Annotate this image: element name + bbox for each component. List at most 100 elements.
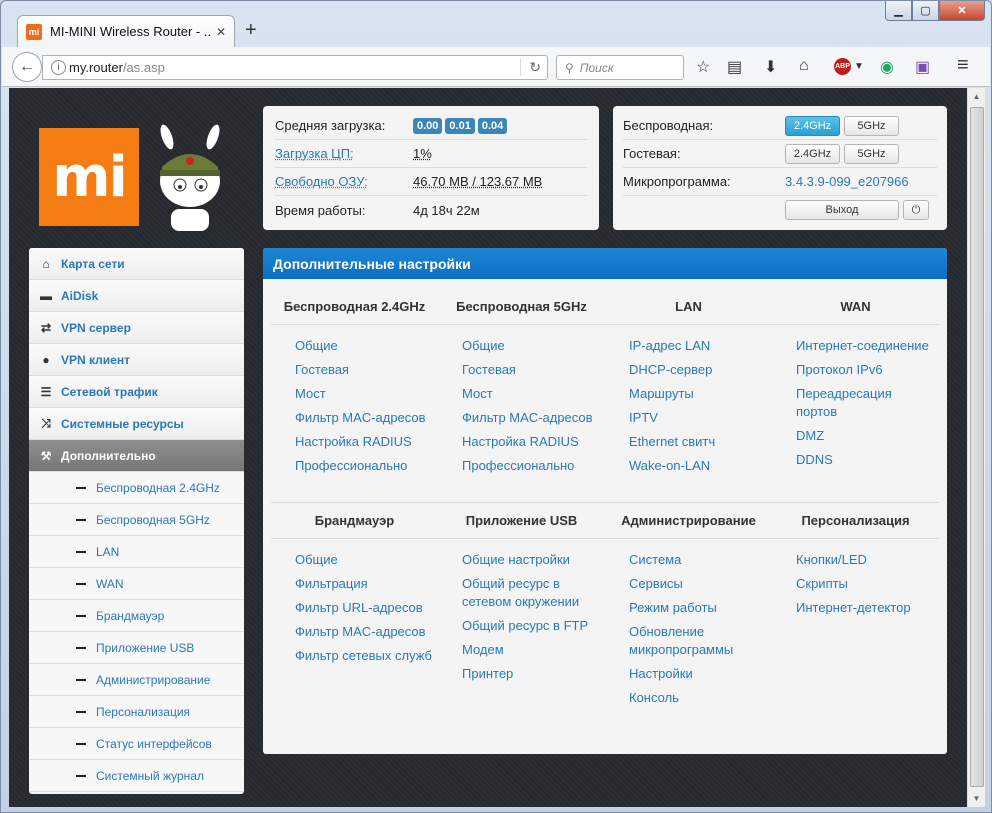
settings-link[interactable]: Скрипты bbox=[796, 575, 934, 593]
sidebar-subitem-7[interactable]: Персонализация bbox=[29, 696, 244, 728]
sidebar-item-0[interactable]: ⌂ Карта сети bbox=[29, 248, 244, 280]
settings-link[interactable]: Профессионально bbox=[462, 457, 600, 475]
settings-link[interactable]: Общие bbox=[295, 551, 433, 569]
address-bar[interactable]: i my.router/as.asp ↻ bbox=[42, 55, 548, 80]
sidebar-subitem-label: Персонализация bbox=[96, 704, 191, 719]
settings-link[interactable]: Настройка RADIUS bbox=[295, 433, 433, 451]
tab-title: MI-MINI Wireless Router - ... bbox=[50, 24, 210, 39]
reading-list-icon[interactable]: ▤ bbox=[727, 57, 742, 77]
settings-link[interactable]: Фильтрация bbox=[295, 575, 433, 593]
sidebar-subitem-6[interactable]: Администрирование bbox=[29, 664, 244, 696]
sidebar-subitem-4[interactable]: Брандмауэр bbox=[29, 600, 244, 632]
wrench-icon: ⚒ bbox=[40, 448, 52, 463]
settings-link[interactable]: Гостевая bbox=[295, 361, 433, 379]
sidebar-subitem-9[interactable]: Системный журнал bbox=[29, 760, 244, 792]
power-icon[interactable]: ⏻ bbox=[903, 200, 929, 220]
settings-link[interactable]: Настройки bbox=[629, 665, 767, 683]
settings-link[interactable]: Протокол IPv6 bbox=[796, 361, 934, 379]
reload-icon[interactable]: ↻ bbox=[520, 59, 541, 76]
settings-link[interactable]: Общий ресурс в FTP bbox=[462, 617, 600, 635]
sidebar-subitem-5[interactable]: Приложение USB bbox=[29, 632, 244, 664]
settings-link[interactable]: Wake-on-LAN bbox=[629, 457, 767, 475]
sidebar-item-label: Дополнительно bbox=[61, 448, 156, 463]
settings-link[interactable]: Настройка RADIUS bbox=[462, 433, 600, 451]
firmware-version-link[interactable]: 3.4.3.9-099_e207966 bbox=[785, 174, 909, 189]
section-links: Общие Гостевая Мост Фильтр MAC-адресов Настр… bbox=[271, 325, 438, 475]
sidebar-subitem-1[interactable]: Беспроводная 5GHz bbox=[29, 504, 244, 536]
sidebar-subitem-8[interactable]: Статус интерфейсов bbox=[29, 728, 244, 760]
settings-link[interactable]: Мост bbox=[462, 385, 600, 403]
browser-tab[interactable]: mi MI-MINI Wireless Router - ... ✕ bbox=[17, 15, 235, 47]
download-icon[interactable]: ⬇ bbox=[764, 57, 777, 77]
settings-link[interactable]: Маршруты bbox=[629, 385, 767, 403]
dropdown-arrow-icon[interactable]: ▼ bbox=[854, 61, 864, 72]
sidebar-item-2[interactable]: ⇄ VPN сервер bbox=[29, 312, 244, 344]
settings-link[interactable]: Режим работы bbox=[629, 599, 767, 617]
search-input[interactable]: ⚲ Поиск bbox=[556, 55, 684, 80]
cpu-usage-link[interactable]: Загрузка ЦП: bbox=[275, 146, 354, 161]
menu-icon[interactable]: ≡ bbox=[957, 54, 969, 77]
free-ram-link[interactable]: Свободно ОЗУ: bbox=[275, 174, 368, 189]
sidebar-item-1[interactable]: ▬ AiDisk bbox=[29, 280, 244, 312]
settings-link[interactable]: Общие настройки bbox=[462, 551, 600, 569]
settings-link[interactable]: DMZ bbox=[796, 427, 934, 445]
settings-link[interactable]: Сервисы bbox=[629, 575, 767, 593]
settings-link[interactable]: Обновление микропрограммы bbox=[629, 623, 767, 659]
settings-column: WAN Интернет-соединение Протокол IPv6 Переа… bbox=[772, 289, 939, 481]
scroll-down-arrow-icon[interactable]: ▼ bbox=[968, 790, 985, 807]
sidebar-subitem-0[interactable]: Беспроводная 2.4GHz bbox=[29, 472, 244, 504]
settings-link[interactable]: Кнопки/LED bbox=[796, 551, 934, 569]
settings-link[interactable]: Общий ресурс в сетевом окружении bbox=[462, 575, 600, 611]
sidebar-item-4[interactable]: ☰ Сетевой трафик bbox=[29, 376, 244, 408]
settings-link[interactable]: IPTV bbox=[629, 409, 767, 427]
minimize-button[interactable]: ▁ bbox=[885, 1, 912, 21]
vertical-scrollbar[interactable]: ▲ ▼ bbox=[967, 88, 985, 807]
settings-link[interactable]: Профессионально bbox=[295, 457, 433, 475]
settings-link[interactable]: Мост bbox=[295, 385, 433, 403]
sidebar-item-label: Сетевой трафик bbox=[61, 384, 158, 399]
sidebar-item-6[interactable]: ⚒ Дополнительно bbox=[29, 440, 244, 472]
wireless-5g-button[interactable]: 5GHz bbox=[844, 115, 899, 136]
tab-close-icon[interactable]: ✕ bbox=[216, 25, 226, 39]
guest-2g-button[interactable]: 2.4GHz bbox=[785, 143, 840, 164]
settings-link[interactable]: Общие bbox=[295, 337, 433, 355]
close-window-button[interactable]: ✕ bbox=[939, 1, 985, 21]
settings-link[interactable]: Консоль bbox=[629, 689, 767, 707]
new-tab-icon[interactable]: + bbox=[245, 19, 257, 42]
section-heading: Персонализация bbox=[772, 503, 939, 539]
logout-button[interactable]: Выход bbox=[785, 200, 899, 220]
settings-link[interactable]: Фильтр сетевых служб bbox=[295, 647, 433, 665]
bookmark-star-icon[interactable]: ☆ bbox=[696, 57, 710, 77]
info-icon[interactable]: i bbox=[51, 60, 66, 75]
settings-link[interactable]: Интернет-соединение bbox=[796, 337, 934, 355]
scroll-up-arrow-icon[interactable]: ▲ bbox=[968, 88, 985, 105]
settings-link[interactable]: DDNS bbox=[796, 451, 934, 469]
settings-link[interactable]: Фильтр MAC-адресов bbox=[295, 623, 433, 641]
guest-5g-button[interactable]: 5GHz bbox=[844, 143, 899, 164]
sidebar-subitem-3[interactable]: WAN bbox=[29, 568, 244, 600]
settings-link[interactable]: Модем bbox=[462, 641, 600, 659]
extension-color-icon[interactable]: ▣ bbox=[915, 57, 930, 77]
settings-link[interactable]: DHCP-сервер bbox=[629, 361, 767, 379]
settings-link[interactable]: IP-адрес LAN bbox=[629, 337, 767, 355]
adblock-icon[interactable]: ABP bbox=[834, 58, 851, 75]
settings-link[interactable]: Фильтр URL-адресов bbox=[295, 599, 433, 617]
maximize-button[interactable]: ▢ bbox=[912, 1, 939, 21]
settings-link[interactable]: Принтер bbox=[462, 665, 600, 683]
settings-link[interactable]: Фильтр MAC-адресов bbox=[462, 409, 600, 427]
settings-link[interactable]: Гостевая bbox=[462, 361, 600, 379]
sidebar-subitem-2[interactable]: LAN bbox=[29, 536, 244, 568]
back-arrow-icon[interactable]: ← bbox=[12, 52, 42, 82]
settings-link[interactable]: Общие bbox=[462, 337, 600, 355]
settings-link[interactable]: Переадресация портов bbox=[796, 385, 934, 421]
home-icon[interactable]: ⌂ bbox=[799, 57, 809, 75]
settings-link[interactable]: Интернет-детектор bbox=[796, 599, 934, 617]
settings-link[interactable]: Фильтр MAC-адресов bbox=[295, 409, 433, 427]
settings-link[interactable]: Ethernet свитч bbox=[629, 433, 767, 451]
settings-link[interactable]: Система bbox=[629, 551, 767, 569]
wireless-2g-button[interactable]: 2.4GHz bbox=[785, 115, 840, 136]
sidebar-item-5[interactable]: ⤨ Системные ресурсы bbox=[29, 408, 244, 440]
sidebar-item-3[interactable]: ● VPN клиент bbox=[29, 344, 244, 376]
extension-eye-icon[interactable]: ◉ bbox=[880, 57, 894, 77]
scroll-thumb[interactable] bbox=[970, 107, 984, 787]
